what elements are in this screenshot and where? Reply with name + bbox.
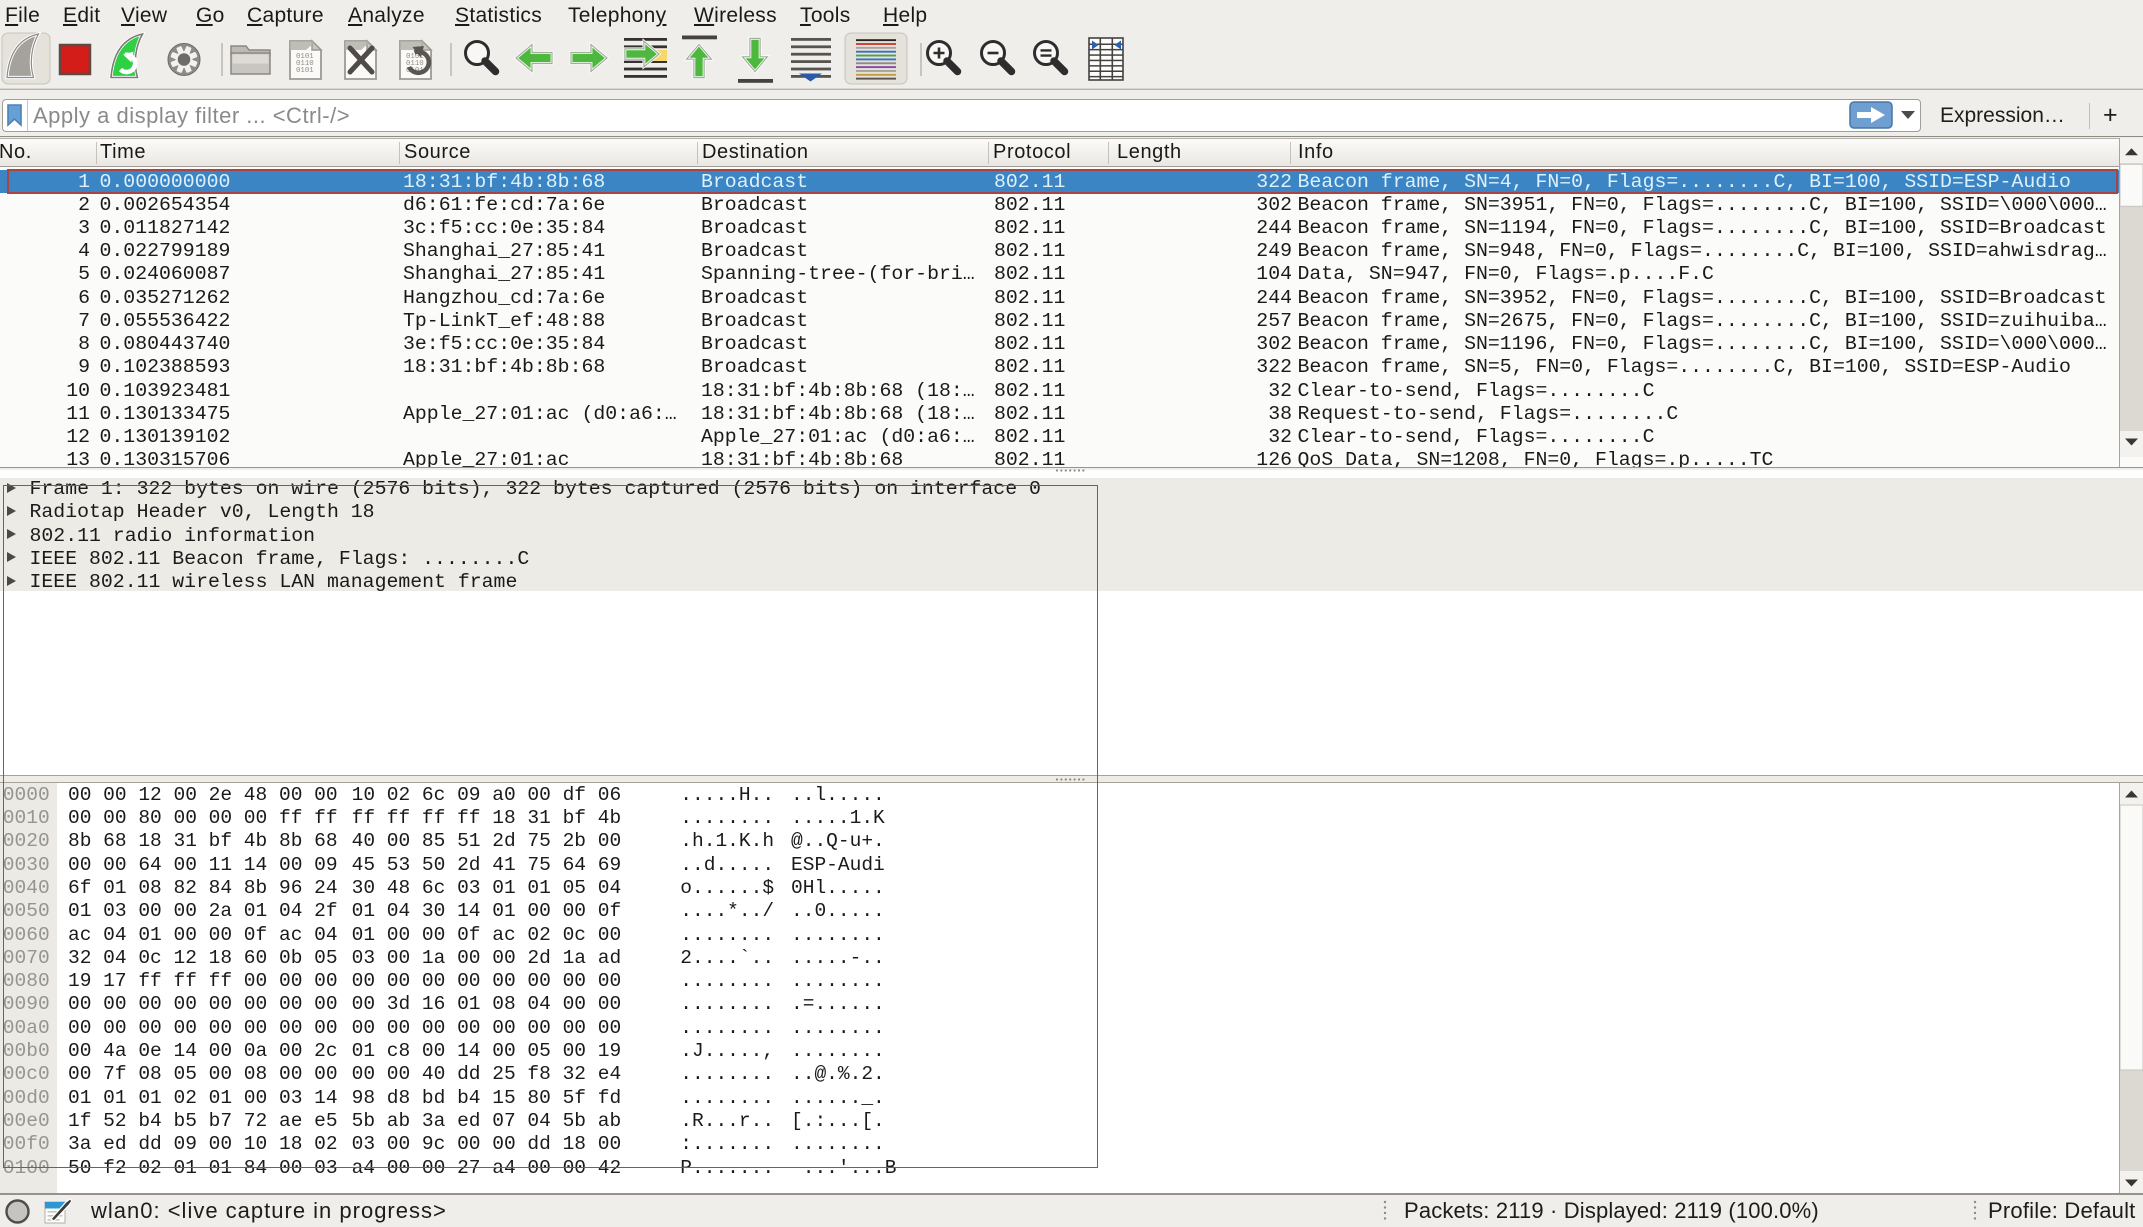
svg-text:0101: 0101 [296,67,314,75]
